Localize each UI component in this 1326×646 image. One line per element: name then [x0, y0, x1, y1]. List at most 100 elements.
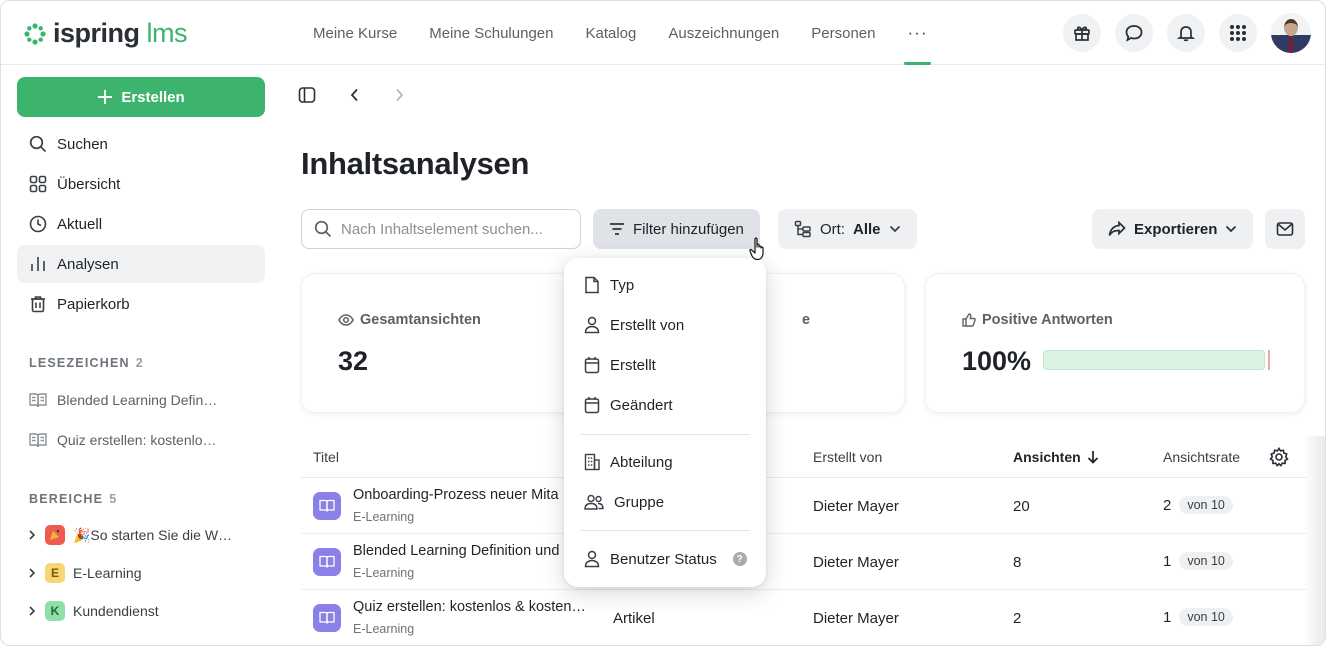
negative-answers-bar-marker — [1268, 350, 1270, 370]
notifications-button[interactable] — [1167, 14, 1205, 52]
filter-option-label: Erstellt — [610, 356, 656, 374]
row-title[interactable]: Onboarding-Prozess neuer Mita — [353, 487, 565, 503]
row-title[interactable]: Quiz erstellen: kostenlos & kosten… — [353, 599, 593, 615]
book-icon — [29, 433, 47, 448]
row-author: Dieter Mayer — [813, 498, 899, 515]
search-icon — [314, 220, 332, 238]
filter-option-department[interactable]: Abteilung — [574, 444, 756, 480]
share-arrow-icon — [1108, 221, 1126, 236]
row-type: E-Learning — [353, 566, 415, 580]
elearning-book-icon — [313, 492, 341, 520]
email-report-button[interactable] — [1265, 209, 1305, 249]
bookmark-label: Quiz erstellen: kostenlo… — [57, 432, 217, 448]
positive-answers-bar — [1043, 350, 1265, 370]
sidebar-item-analytics[interactable]: Analysen — [17, 245, 265, 283]
chevron-down-icon — [889, 225, 900, 233]
table-row[interactable]: Quiz erstellen: kostenlos & kosten… E-Le… — [301, 590, 1307, 645]
row-type: E-Learning — [353, 622, 415, 636]
area-label: Kundendienst — [73, 603, 159, 619]
area-item-getting-started[interactable]: 🎉So starten Sie die W… — [17, 516, 265, 554]
user-avatar[interactable] — [1271, 13, 1311, 53]
filter-option-user-status[interactable]: Benutzer Status ? — [574, 541, 756, 577]
row-view-rate: 1 von 10 — [1163, 608, 1233, 626]
sidebar-item-recent[interactable]: Aktuell — [17, 205, 265, 243]
nav-people[interactable]: Personen — [795, 1, 891, 65]
area-item-elearning[interactable]: E E-Learning — [17, 554, 265, 592]
content-search[interactable] — [301, 209, 581, 249]
mail-icon — [1276, 222, 1294, 236]
row-author: Dieter Mayer — [813, 554, 899, 571]
areas-section-title: BEREICHE 5 — [29, 492, 118, 506]
sidebar-item-label: Aktuell — [57, 215, 103, 233]
bookmark-item[interactable]: Blended Learning Defin… — [17, 381, 265, 419]
bookmarks-count: 2 — [135, 356, 144, 370]
nav-more-button[interactable]: ··· — [892, 1, 944, 65]
export-button[interactable]: Exportieren — [1092, 209, 1254, 249]
nav-my-courses[interactable]: Meine Kurse — [297, 1, 413, 65]
location-label: Ort: — [820, 220, 845, 238]
sidebar-item-trash[interactable]: Papierkorb — [17, 285, 265, 323]
filter-option-created[interactable]: Erstellt — [574, 347, 756, 383]
filter-option-created-by[interactable]: Erstellt von — [574, 307, 756, 343]
add-filter-button[interactable]: Filter hinzufügen — [593, 209, 760, 249]
create-button-label: Erstellen — [121, 88, 185, 106]
table-row[interactable]: Blended Learning Definition und E-Learni… — [301, 534, 1307, 590]
table-row[interactable]: Onboarding-Prozess neuer Mita E-Learning… — [301, 478, 1307, 534]
location-filter-button[interactable]: Ort: Alle — [778, 209, 917, 249]
area-item-customer-service[interactable]: K Kundendienst — [17, 592, 265, 630]
user-icon — [584, 316, 600, 334]
menu-divider — [580, 434, 750, 435]
column-created-by[interactable]: Erstellt von — [813, 449, 882, 465]
table-scroll-shadow — [1303, 436, 1325, 645]
ispring-logo[interactable]: ispring lms — [23, 18, 188, 49]
nav-my-trainings[interactable]: Meine Schulungen — [413, 1, 569, 65]
create-button[interactable]: Erstellen — [17, 77, 265, 117]
filter-option-label: Benutzer Status — [610, 550, 717, 568]
chevron-left-icon — [350, 88, 358, 102]
header-actions — [1063, 13, 1311, 53]
trash-icon — [31, 296, 45, 313]
sidebar-item-search[interactable]: Suchen — [17, 125, 265, 163]
elearning-book-icon — [313, 604, 341, 632]
sidebar-item-overview[interactable]: Übersicht — [17, 165, 265, 203]
forward-button[interactable] — [385, 81, 413, 109]
column-title[interactable]: Titel — [313, 449, 339, 465]
row-title[interactable]: Blended Learning Definition und — [353, 543, 565, 559]
filter-option-label: Abteilung — [610, 453, 673, 471]
rate-total-pill: von 10 — [1179, 552, 1233, 570]
positive-answers-card: Positive Antworten 100% — [925, 273, 1305, 413]
table-settings-button[interactable] — [1269, 447, 1289, 470]
row-type: E-Learning — [353, 510, 415, 524]
area-label: E-Learning — [73, 565, 142, 581]
search-input[interactable] — [341, 220, 561, 238]
chat-button[interactable] — [1115, 14, 1153, 52]
rate-total-pill: von 10 — [1179, 496, 1233, 514]
group-icon — [584, 494, 604, 510]
bookmark-label: Blended Learning Defin… — [57, 392, 218, 408]
card-label: Gesamtansichten — [338, 312, 481, 328]
nav-catalog[interactable]: Katalog — [569, 1, 652, 65]
main-content: Inhaltsanalysen Filter hinzufügen Ort: A… — [281, 66, 1325, 645]
card-value: 100% — [962, 346, 1032, 376]
chat-bubble-icon — [1125, 25, 1143, 42]
nav-awards[interactable]: Auszeichnungen — [652, 1, 795, 65]
hand-pointer-cursor-icon — [749, 237, 764, 261]
chevron-down-icon — [1226, 225, 1237, 233]
filter-option-modified[interactable]: Geändert — [574, 387, 756, 423]
sidebar: Erstellen Suchen Übersicht Aktuell Analy… — [1, 66, 281, 645]
export-label: Exportieren — [1134, 220, 1218, 238]
column-views[interactable]: Ansichten — [1013, 449, 1099, 465]
gift-button[interactable] — [1063, 14, 1101, 52]
bookmark-item[interactable]: Quiz erstellen: kostenlo… — [17, 421, 265, 459]
apps-button[interactable] — [1219, 14, 1257, 52]
table-header: Titel Erstellt von Ansichten Ansichtsrat… — [301, 436, 1307, 478]
filter-option-type[interactable]: Typ — [574, 267, 756, 303]
toggle-sidebar-button[interactable] — [293, 81, 321, 109]
filter-option-group[interactable]: Gruppe — [574, 484, 756, 520]
help-question-icon[interactable]: ? — [732, 552, 747, 566]
sidebar-item-label: Papierkorb — [57, 295, 130, 313]
column-view-rate[interactable]: Ansichtsrate — [1163, 449, 1240, 465]
back-button[interactable] — [341, 81, 369, 109]
row-view-rate: 1 von 10 — [1163, 552, 1233, 570]
chevron-right-icon — [396, 88, 404, 102]
